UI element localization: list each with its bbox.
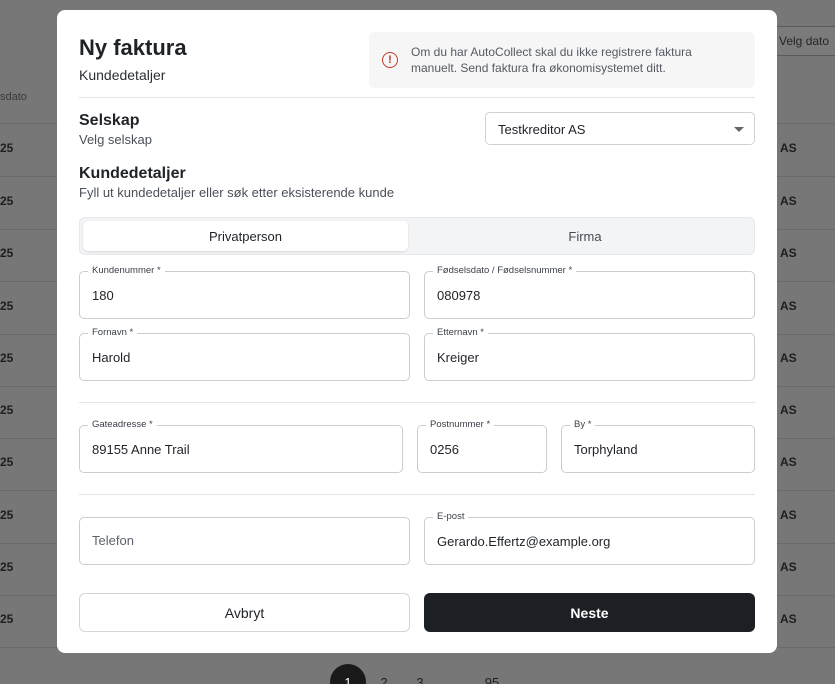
new-invoice-modal: Ny faktura Kundedetaljer ! Om du har Aut…	[57, 10, 777, 653]
customer-section-title: Kundedetaljer	[79, 165, 186, 182]
page-button[interactable]: 2	[366, 664, 402, 684]
customer-type-tabs: Privatperson Firma	[79, 217, 755, 255]
company-section-title: Selskap	[79, 112, 140, 129]
first-name-field[interactable]: Fornavn * Harold	[79, 327, 410, 381]
field-value: 180	[92, 288, 114, 303]
modal-subtitle: Kundedetaljer	[79, 67, 166, 83]
last-name-field[interactable]: Etternavn * Kreiger	[424, 327, 755, 381]
pagination: 1 2 3 ... 95	[330, 664, 510, 684]
field-value: Kreiger	[437, 350, 479, 365]
city-field[interactable]: By * Torphyland	[561, 419, 755, 473]
chevron-down-icon	[734, 127, 744, 132]
postal-code-field[interactable]: Postnummer * 0256	[417, 419, 547, 473]
field-label: By *	[570, 419, 596, 430]
alert-circle-icon: !	[382, 52, 398, 68]
field-value: 89155 Anne Trail	[92, 442, 190, 457]
field-label: Etternavn *	[433, 327, 488, 338]
next-button[interactable]: Neste	[424, 593, 755, 632]
phone-field[interactable]: Telefon	[79, 517, 410, 565]
table-cell: AS	[780, 141, 797, 155]
tab-privatperson[interactable]: Privatperson	[83, 221, 408, 251]
table-cell: AS	[780, 299, 797, 313]
field-label: E-post	[433, 511, 469, 522]
table-cell: 25	[0, 299, 14, 313]
field-label: Postnummer *	[426, 419, 495, 430]
email-field[interactable]: E-post Gerardo.Effertz@example.org	[424, 511, 755, 565]
divider	[79, 494, 755, 495]
autocollect-notice: ! Om du har AutoCollect skal du ikke reg…	[369, 32, 755, 88]
table-cell: 25	[0, 246, 14, 260]
field-value: Torphyland	[574, 442, 638, 457]
page-button[interactable]: 1	[330, 664, 366, 684]
notice-text: Om du har AutoCollect skal du ikke regis…	[411, 45, 692, 75]
modal-title: Ny faktura	[79, 35, 187, 60]
company-select[interactable]: Testkreditor AS	[485, 112, 755, 145]
field-label: Fornavn *	[88, 327, 138, 338]
table-cell: AS	[780, 246, 797, 260]
page-button[interactable]: 95	[474, 664, 510, 684]
table-header-cell: sdato	[0, 91, 27, 103]
table-cell: 25	[0, 612, 14, 626]
field-value: 080978	[437, 288, 481, 303]
company-section-subtitle: Velg selskap	[79, 132, 152, 147]
table-cell: AS	[780, 612, 797, 626]
table-cell: 25	[0, 403, 14, 417]
tab-firma[interactable]: Firma	[420, 221, 750, 251]
table-cell: AS	[780, 508, 797, 522]
field-value: 0256	[430, 442, 459, 457]
table-cell: 25	[0, 351, 14, 365]
table-cell: AS	[780, 351, 797, 365]
table-cell: AS	[780, 560, 797, 574]
divider	[79, 402, 755, 403]
table-cell: 25	[0, 141, 14, 155]
customer-number-field[interactable]: Kundenummer * 180	[79, 265, 410, 319]
date-picker-button: Velg dato	[770, 26, 835, 56]
street-address-field[interactable]: Gateadresse * 89155 Anne Trail	[79, 419, 403, 473]
page-button[interactable]: 3	[402, 664, 438, 684]
table-cell: 25	[0, 194, 14, 208]
page-ellipsis: ...	[450, 674, 462, 684]
field-value: Harold	[92, 350, 131, 365]
table-cell: 25	[0, 508, 14, 522]
divider	[79, 97, 755, 98]
field-label: Gateadresse *	[88, 419, 157, 430]
table-cell: 25	[0, 455, 14, 469]
field-placeholder: Telefon	[92, 533, 134, 548]
table-cell: 25	[0, 560, 14, 574]
field-value: Gerardo.Effertz@example.org	[437, 534, 611, 549]
cancel-button[interactable]: Avbryt	[79, 593, 410, 632]
field-label: Kundenummer *	[88, 265, 165, 276]
birth-date-field[interactable]: Fødselsdato / Fødselsnummer * 080978	[424, 265, 755, 319]
field-label: Fødselsdato / Fødselsnummer *	[433, 265, 577, 276]
table-cell: AS	[780, 194, 797, 208]
table-cell: AS	[780, 403, 797, 417]
company-select-value: Testkreditor AS	[498, 122, 586, 137]
table-cell: AS	[780, 455, 797, 469]
customer-section-subtitle: Fyll ut kundedetaljer eller søk etter ek…	[79, 185, 395, 200]
